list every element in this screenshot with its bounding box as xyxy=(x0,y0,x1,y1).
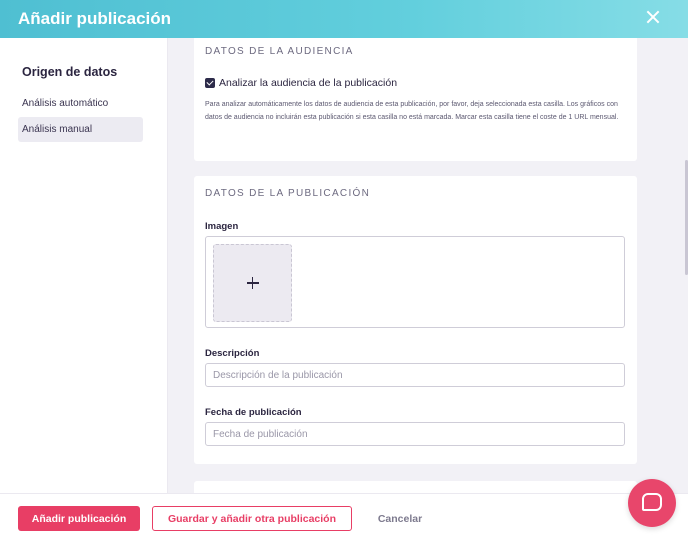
date-label: Fecha de publicación xyxy=(205,407,302,418)
modal-footer: Añadir publicación Guardar y añadir otra… xyxy=(0,493,688,538)
publication-section-title: DATOS DE LA PUBLICACIÓN xyxy=(205,188,371,199)
sidebar-item-label: Análisis manual xyxy=(22,124,93,135)
publication-date-input[interactable] xyxy=(205,422,625,446)
form-scroll-area[interactable]: DATOS DE LA AUDIENCIA Analizar la audien… xyxy=(169,38,688,493)
check-icon[interactable] xyxy=(205,78,215,88)
sidebar-item-label: Análisis automático xyxy=(22,98,109,109)
modal-title: Añadir publicación xyxy=(18,9,172,28)
sidebar-title: Origen de datos xyxy=(22,65,118,79)
description-input[interactable] xyxy=(205,363,625,387)
audience-section-title: DATOS DE LA AUDIENCIA xyxy=(205,46,354,57)
analyze-audience-checkbox[interactable]: Analizar la audiencia de la publicación xyxy=(205,77,397,89)
cancel-button[interactable]: Cancelar xyxy=(366,506,434,531)
sidebar: Origen de datos Análisis automático Anál… xyxy=(0,38,168,493)
add-image-button[interactable] xyxy=(213,244,292,322)
audience-card: DATOS DE LA AUDIENCIA Analizar la audien… xyxy=(194,38,637,161)
add-publication-button[interactable]: Añadir publicación xyxy=(18,506,140,531)
image-upload-box xyxy=(205,236,625,328)
save-and-add-another-button[interactable]: Guardar y añadir otra publicación xyxy=(152,506,352,531)
description-label: Descripción xyxy=(205,348,260,359)
modal-header: Añadir publicación xyxy=(0,0,688,38)
help-chat-icon xyxy=(641,492,663,514)
analyze-audience-label: Analizar la audiencia de la publicación xyxy=(219,77,398,89)
sidebar-item-automatic-analysis[interactable]: Análisis automático xyxy=(18,91,143,116)
plus-icon xyxy=(246,277,259,289)
sidebar-item-manual-analysis[interactable]: Análisis manual xyxy=(18,117,143,142)
publication-card: DATOS DE LA PUBLICACIÓN Imagen Descripci… xyxy=(194,176,637,464)
next-card-partial xyxy=(194,481,637,493)
help-chat-button[interactable] xyxy=(628,479,676,527)
close-icon[interactable] xyxy=(640,6,666,32)
image-label: Imagen xyxy=(205,221,239,232)
audience-help-text: Para analizar automáticamente los datos … xyxy=(205,101,619,121)
